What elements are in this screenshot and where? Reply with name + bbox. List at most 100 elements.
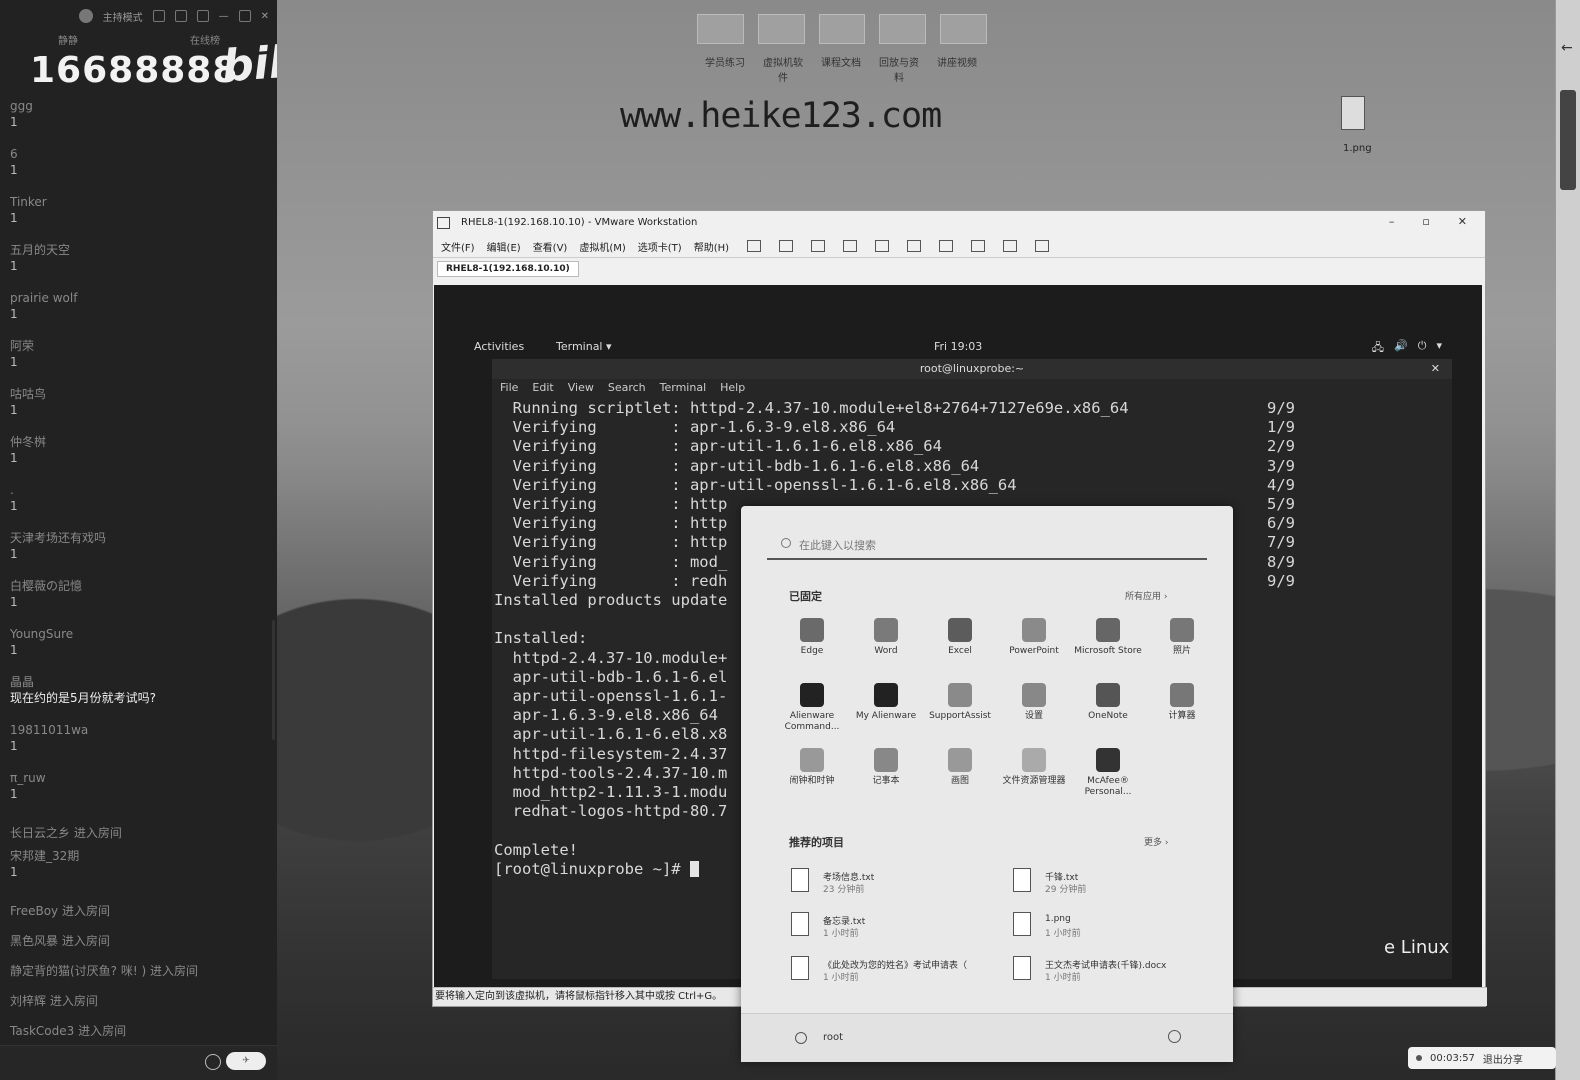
snapshot-icon[interactable] [811, 240, 826, 252]
start-search[interactable]: 在此键入以搜索 [767, 534, 1207, 560]
send-keys-icon[interactable] [779, 240, 794, 252]
pinned-app[interactable]: SupportAssist [923, 683, 997, 722]
all-apps-button[interactable]: 所有应用 › [1125, 589, 1167, 602]
terminal-menu-item[interactable]: Edit [532, 379, 553, 397]
chat-username[interactable]: π_ruw [10, 770, 269, 786]
png-file-icon[interactable] [1341, 96, 1365, 130]
stretch-icon[interactable] [1035, 240, 1050, 252]
manage-snapshots-icon[interactable] [875, 240, 890, 252]
recommended-item[interactable]: 备忘录.txt 1 小时前 [791, 912, 1001, 944]
recommended-item[interactable]: 王文杰考试申请表(千锋).docx 1 小时前 [1013, 956, 1223, 988]
edge-scrollbar[interactable] [1560, 90, 1576, 190]
app-menu[interactable]: Terminal ▾ [556, 340, 612, 353]
recommended-item[interactable]: 《此处改为您的姓名》考试申请表（ 1 小时前 [791, 956, 1001, 988]
chat-username[interactable]: 白樱薇の記憶 [10, 578, 269, 594]
terminal-menu-item[interactable]: Search [608, 379, 646, 397]
chat-scrollbar[interactable] [272, 620, 275, 740]
pinned-app[interactable]: Excel [923, 618, 997, 657]
chat-username[interactable]: ggg [10, 98, 269, 114]
more-button[interactable]: 更多 › [1144, 835, 1168, 848]
network-icon[interactable]: 🖧 [1372, 339, 1384, 358]
pinned-app[interactable]: Alienware Command... [775, 683, 849, 733]
recommended-item[interactable]: 考场信息.txt 23 分钟前 [791, 868, 1001, 900]
recommended-item[interactable]: 1.png 1 小时前 [1013, 912, 1223, 944]
terminal-menu-item[interactable]: File [500, 379, 518, 397]
vm-close-button[interactable]: ✕ [1458, 215, 1467, 228]
terminal-menu-item[interactable]: Help [720, 379, 745, 397]
activities-button[interactable]: Activities [474, 340, 524, 353]
vm-menu-item[interactable]: 文件(F) [441, 239, 475, 254]
shortcut-icon[interactable] [697, 14, 744, 44]
pinned-app[interactable]: 画图 [923, 748, 997, 787]
pinned-app[interactable]: McAfee® Personal... [1071, 748, 1145, 798]
vm-menu-item[interactable]: 虚拟机(M) [579, 239, 625, 254]
chat-username[interactable]: 宋邦建_32期 [10, 848, 269, 864]
chat-username[interactable]: 仲冬桝 [10, 434, 269, 450]
pinned-app[interactable]: 设置 [997, 683, 1071, 722]
back-arrow-icon[interactable]: ← [1561, 40, 1573, 56]
close-button[interactable]: ✕ [261, 11, 269, 22]
power-icon[interactable]: ⏻ [1418, 339, 1427, 358]
terminal-menu-item[interactable]: Terminal [660, 379, 707, 397]
system-tray[interactable]: 🖧 🔊 ⏻ ▾ [1372, 339, 1442, 358]
pinned-app[interactable]: 计算器 [1145, 683, 1219, 722]
maximize-button[interactable] [238, 10, 251, 22]
emoji-icon[interactable] [205, 1054, 221, 1070]
chat-text: 1 [10, 355, 18, 369]
unity-icon[interactable] [939, 240, 954, 252]
chat-username[interactable]: prairie wolf [10, 290, 269, 306]
pinned-app[interactable]: Word [849, 618, 923, 657]
volume-icon[interactable]: 🔊 [1394, 339, 1408, 358]
pinned-app[interactable]: 照片 [1145, 618, 1219, 657]
pinned-app[interactable]: 闹钟和时钟 [775, 748, 849, 787]
pinned-app[interactable]: PowerPoint [997, 618, 1071, 657]
chat-username[interactable]: 晶晶 [10, 674, 269, 690]
chat-username[interactable]: 19811011wa [10, 722, 269, 738]
shortcut-icon[interactable] [879, 14, 927, 44]
user-icon[interactable] [795, 1032, 807, 1044]
chat-username[interactable]: 6 [10, 146, 269, 162]
user-name[interactable]: root [823, 1032, 843, 1043]
recommended-item[interactable]: 千锋.txt 29 分钟前 [1013, 868, 1223, 900]
chat-username[interactable]: 五月的天空 [10, 242, 269, 258]
pinned-app[interactable]: 文件资源管理器 [997, 748, 1071, 787]
shortcut-icon[interactable] [940, 14, 987, 44]
pinned-app[interactable]: Microsoft Store [1071, 618, 1145, 657]
power-icon[interactable] [1168, 1030, 1181, 1043]
vm-tab[interactable]: RHEL8-1(192.168.10.10) [437, 261, 579, 277]
view-icon[interactable] [907, 240, 922, 252]
pinned-app[interactable]: 记事本 [849, 748, 923, 787]
minimize-button[interactable]: — [219, 11, 229, 22]
chat-username[interactable]: . [10, 482, 269, 498]
settings-icon[interactable] [152, 10, 165, 22]
shortcut-icon[interactable] [757, 14, 805, 44]
vm-menu-item[interactable]: 编辑(E) [487, 239, 521, 254]
clock[interactable]: Fri 19:03 [934, 340, 982, 353]
tray-dropdown-icon[interactable]: ▾ [1436, 339, 1442, 358]
send-button[interactable]: ✈ [226, 1052, 266, 1070]
terminal-close-icon[interactable]: ✕ [1431, 359, 1440, 379]
host-avatar[interactable] [78, 9, 93, 23]
vm-maximize-button[interactable]: ▫ [1422, 215, 1429, 228]
vm-menu-item[interactable]: 选项卡(T) [638, 239, 682, 254]
chat-username[interactable]: YoungSure [10, 626, 269, 642]
popout-icon[interactable] [174, 10, 187, 22]
vm-minimize-button[interactable]: – [1389, 215, 1395, 228]
chat-username[interactable]: Tinker [10, 194, 269, 210]
fullscreen-icon[interactable] [971, 240, 986, 252]
console-icon[interactable] [1003, 240, 1018, 252]
pinned-app[interactable]: My Alienware [849, 683, 923, 722]
pinned-app[interactable]: Edge [775, 618, 849, 657]
chat-username[interactable]: 天津考场还有戏吗 [10, 530, 269, 546]
shortcut-icon[interactable] [818, 14, 866, 44]
exit-share-button[interactable]: 退出分享 [1483, 1051, 1523, 1066]
chat-username[interactable]: 阿荣 [10, 338, 269, 354]
menu-icon[interactable] [196, 10, 209, 22]
vm-menu-item[interactable]: 帮助(H) [694, 239, 729, 254]
terminal-menu-item[interactable]: View [568, 379, 594, 397]
pause-icon[interactable] [747, 240, 762, 252]
vm-menu-item[interactable]: 查看(V) [533, 239, 568, 254]
revert-icon[interactable] [843, 240, 858, 252]
pinned-app[interactable]: OneNote [1071, 683, 1145, 722]
chat-username[interactable]: 咕咕鸟 [10, 386, 269, 402]
